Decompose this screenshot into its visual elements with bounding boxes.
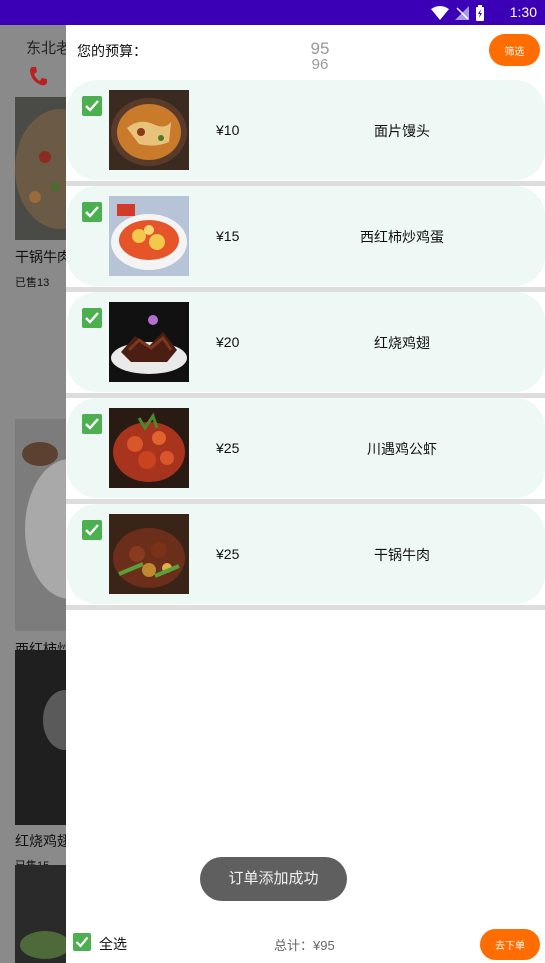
checkmark-icon [85,100,99,112]
dish-price: ¥25 [216,440,240,456]
bg-shop-name: 东北老 [26,40,72,57]
bg-dish-name: 红烧鸡翅 [15,833,71,849]
row-divider [66,605,545,610]
phone-icon[interactable] [28,65,48,87]
dish-checkbox[interactable] [82,308,102,328]
budget-picker-current: 95 [310,39,330,58]
bg-dish-name: 干锅牛肉 [15,249,71,265]
dish-price: ¥20 [216,334,240,350]
toast-message: 订单添加成功 [200,857,347,901]
dish-image-dry-pot-beef [109,514,189,594]
dish-list: ¥10 面片馒头 ¥15 西红柿炒鸡蛋 ¥20 红烧鸡翅 ¥25 川遇鸡公虾 ¥… [66,80,545,610]
checkmark-icon [85,312,99,324]
status-icons [431,5,485,21]
dish-price: ¥10 [216,122,240,138]
filter-button[interactable]: 筛选 [489,34,540,66]
dish-image-noodle-soup [109,90,189,170]
checkmark-icon [85,418,99,430]
budget-picker-next: 96 [311,59,329,71]
total-price: 总计：¥95 [274,938,335,953]
dish-price: ¥15 [216,228,240,244]
dish-name: 川遇鸡公虾 [367,441,437,457]
dish-image-tomato-egg [109,196,189,276]
bottom-bar: 全选 总计：¥95 去下单 [66,923,545,963]
dish-name: 面片馒头 [374,123,430,139]
bg-dish-sold: 已售13 [15,277,50,289]
dish-image-spicy-shrimp [109,408,189,488]
signal-icon [455,6,469,20]
wifi-icon [431,6,449,20]
checkmark-icon [85,206,99,218]
budget-drawer: 您的预算： 95 96 筛选 ¥10 面片馒头 ¥15 西红柿炒鸡蛋 ¥20 红… [66,25,545,963]
dish-checkbox[interactable] [82,414,102,434]
select-all-label: 全选 [99,936,127,952]
dish-row[interactable]: ¥25 川遇鸡公虾 [66,398,545,504]
battery-icon [476,5,484,21]
dish-price: ¥25 [216,546,240,562]
dish-image-braised-wings [109,302,189,382]
dish-row[interactable]: ¥25 干锅牛肉 [66,504,545,610]
status-bar: 1:30 [0,0,545,25]
checkmark-icon [85,524,99,536]
dish-name: 西红柿炒鸡蛋 [360,229,444,245]
dish-row[interactable]: ¥20 红烧鸡翅 [66,292,545,398]
checkmark-icon [75,936,89,948]
dish-row[interactable]: ¥10 面片馒头 [66,80,545,186]
dish-checkbox[interactable] [82,520,102,540]
status-time: 1:30 [509,4,537,20]
budget-number-picker[interactable]: 95 96 [302,39,338,71]
dish-name: 干锅牛肉 [374,547,430,563]
place-order-button[interactable]: 去下单 [480,929,540,960]
dish-name: 红烧鸡翅 [374,335,430,351]
select-all-checkbox[interactable] [73,933,91,951]
dish-checkbox[interactable] [82,202,102,222]
dish-row[interactable]: ¥15 西红柿炒鸡蛋 [66,186,545,292]
dish-checkbox[interactable] [82,96,102,116]
budget-label: 您的预算： [77,43,147,59]
